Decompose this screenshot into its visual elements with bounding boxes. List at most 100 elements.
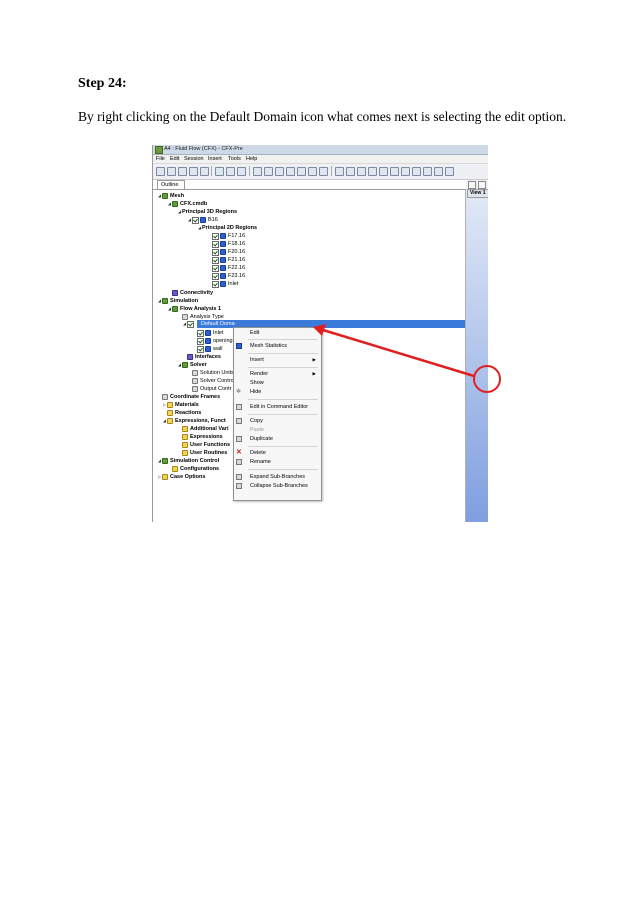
- tree-item-f20[interactable]: F20.16: [212, 248, 245, 256]
- menu-insert[interactable]: Insert: [208, 156, 222, 162]
- tree-item-dd-opening[interactable]: opening: [197, 337, 233, 345]
- menu-item-mesh-statistics[interactable]: Mesh Statistics: [234, 342, 321, 351]
- connectivity-icon: [172, 290, 178, 296]
- collapse-icon: [236, 483, 242, 489]
- variables-icon: [182, 426, 188, 432]
- tree-item-reactions[interactable]: Reactions: [167, 409, 201, 417]
- default-domain-expander[interactable]: ◢: [182, 320, 195, 328]
- output-control-icon[interactable]: [346, 167, 355, 176]
- menu-item-rename[interactable]: Rename: [234, 458, 321, 467]
- tree-item-f18[interactable]: F18.16: [212, 240, 245, 248]
- domain-icon[interactable]: [253, 167, 262, 176]
- tree-item-expressions[interactable]: Expressions: [182, 433, 223, 441]
- monitor-icon[interactable]: [357, 167, 366, 176]
- menu-item-paste[interactable]: Paste: [234, 426, 321, 435]
- user-function-icon[interactable]: [423, 167, 432, 176]
- mesh-adaption-icon[interactable]: [308, 167, 317, 176]
- flow-analysis-icon: [172, 306, 178, 312]
- menu-session[interactable]: Session: [184, 156, 204, 162]
- tree-item-principal-2d-regions[interactable]: ◢Principal 2D Regions: [197, 224, 257, 232]
- tab-view-1[interactable]: View 1: [467, 189, 488, 198]
- tree-item-coordinate-frames[interactable]: Coordinate Frames: [162, 393, 220, 401]
- interface-icon[interactable]: [297, 167, 306, 176]
- reaction-icon[interactable]: [401, 167, 410, 176]
- menu-file[interactable]: File: [156, 156, 165, 162]
- tree-item-principal-3d-regions[interactable]: ◢Principal 3D Regions: [177, 208, 237, 216]
- tree-item-output-control[interactable]: Output Contr: [192, 385, 232, 393]
- menu-tools[interactable]: Tools: [228, 156, 241, 162]
- mesh-statistics-icon: [236, 343, 242, 349]
- boundary-icon[interactable]: [264, 167, 273, 176]
- tree-item-expressions-functions[interactable]: ◢ Expressions, Funct: [162, 417, 226, 425]
- save-icon[interactable]: [178, 167, 187, 176]
- tree-item-f23[interactable]: F23.16: [212, 272, 245, 280]
- tree-item-mesh-file[interactable]: ◢ CFX.cmdb: [167, 200, 207, 208]
- menu-bar: File Edit Session Insert Tools Help: [153, 155, 488, 164]
- surface-region-icon: [220, 281, 226, 287]
- write-solver-file-icon[interactable]: [445, 167, 454, 176]
- viewer-rotate-icon[interactable]: [478, 181, 486, 189]
- reference-icon[interactable]: [368, 167, 377, 176]
- tree-item-simulation-control[interactable]: ◢ Simulation Control: [157, 457, 219, 465]
- menu-help[interactable]: Help: [246, 156, 257, 162]
- tree-item-user-routines[interactable]: User Routines: [182, 449, 227, 457]
- menu-item-edit-command-editor[interactable]: Edit in Command Editor: [234, 403, 321, 412]
- menu-item-duplicate[interactable]: Duplicate: [234, 435, 321, 444]
- viewer-select-icon[interactable]: [468, 181, 476, 189]
- viewer-panel[interactable]: View 1: [466, 180, 488, 522]
- menu-item-insert[interactable]: Insert ▶: [234, 356, 321, 365]
- menu-item-copy[interactable]: Copy: [234, 417, 321, 426]
- tree-item-solver[interactable]: ◢ Solver: [177, 361, 207, 369]
- menu-item-expand-sub-branches[interactable]: Expand Sub-Branches: [234, 473, 321, 482]
- default-domain-checkbox[interactable]: [187, 321, 194, 328]
- tree-item-b16[interactable]: ◢ B16: [187, 216, 218, 224]
- tree-item-f22[interactable]: F22.16: [212, 264, 245, 272]
- new-icon[interactable]: [156, 167, 165, 176]
- solver-control-icon[interactable]: [335, 167, 344, 176]
- menu-item-render[interactable]: Render ▶: [234, 370, 321, 379]
- tree-item-connectivity[interactable]: Connectivity: [172, 289, 213, 297]
- tree-item-materials[interactable]: ▷ Materials: [162, 401, 199, 409]
- tree-item-solver-control[interactable]: Solver Contro: [192, 377, 234, 385]
- step-heading: Step 24:: [78, 76, 127, 91]
- menu-edit[interactable]: Edit: [170, 156, 179, 162]
- menu-item-collapse-sub-branches[interactable]: Collapse Sub-Branches: [234, 482, 321, 491]
- units-icon: [192, 370, 198, 376]
- tree-item-solution-units[interactable]: Solution Units: [192, 369, 234, 377]
- menu-item-edit[interactable]: Edit: [234, 329, 321, 338]
- tree-item-dd-wall[interactable]: wall: [197, 345, 222, 353]
- tree-item-user-functions[interactable]: User Functions: [182, 441, 230, 449]
- menu-item-show[interactable]: Show: [234, 379, 321, 388]
- tree-item-simulation[interactable]: ◢ Simulation: [157, 297, 198, 305]
- import-mesh-icon[interactable]: [189, 167, 198, 176]
- tree-item-inlet-region[interactable]: Inlet: [212, 280, 238, 288]
- redo-icon[interactable]: [226, 167, 235, 176]
- tree-item-interfaces[interactable]: Interfaces: [187, 353, 221, 361]
- coordinate-frame-icon[interactable]: [379, 167, 388, 176]
- submenu-arrow-icon: ▶: [312, 371, 316, 376]
- plot-icon[interactable]: [434, 167, 443, 176]
- output-control-icon: [192, 386, 198, 392]
- tree-item-dd-inlet[interactable]: Inlet: [197, 329, 223, 337]
- options-icon[interactable]: [237, 167, 246, 176]
- subdomain-icon[interactable]: [275, 167, 284, 176]
- expression-icon[interactable]: [412, 167, 421, 176]
- tree-item-case-options[interactable]: ▷ Case Options: [157, 473, 205, 481]
- b16-checkbox[interactable]: [192, 217, 199, 224]
- menu-item-hide[interactable]: ✲ Hide: [234, 388, 321, 397]
- tree-item-configurations[interactable]: Configurations: [172, 465, 219, 473]
- tree-item-mesh[interactable]: ◢ Mesh: [157, 192, 184, 200]
- tree-item-f21[interactable]: F21.16: [212, 256, 245, 264]
- initialization-icon[interactable]: [319, 167, 328, 176]
- undo-icon[interactable]: [215, 167, 224, 176]
- tab-outline[interactable]: Outline: [157, 180, 185, 189]
- step-instruction: By right clicking on the Default Domain …: [78, 109, 567, 124]
- tree-item-f17[interactable]: F17.16: [212, 232, 245, 240]
- tree-item-additional-variables[interactable]: Additional Vari: [182, 425, 229, 433]
- material-icon[interactable]: [390, 167, 399, 176]
- export-icon[interactable]: [200, 167, 209, 176]
- source-point-icon[interactable]: [286, 167, 295, 176]
- open-icon[interactable]: [167, 167, 176, 176]
- menu-item-delete[interactable]: ✕ Delete: [234, 449, 321, 458]
- tree-item-flow-analysis[interactable]: ◢ Flow Analysis 1: [167, 305, 221, 313]
